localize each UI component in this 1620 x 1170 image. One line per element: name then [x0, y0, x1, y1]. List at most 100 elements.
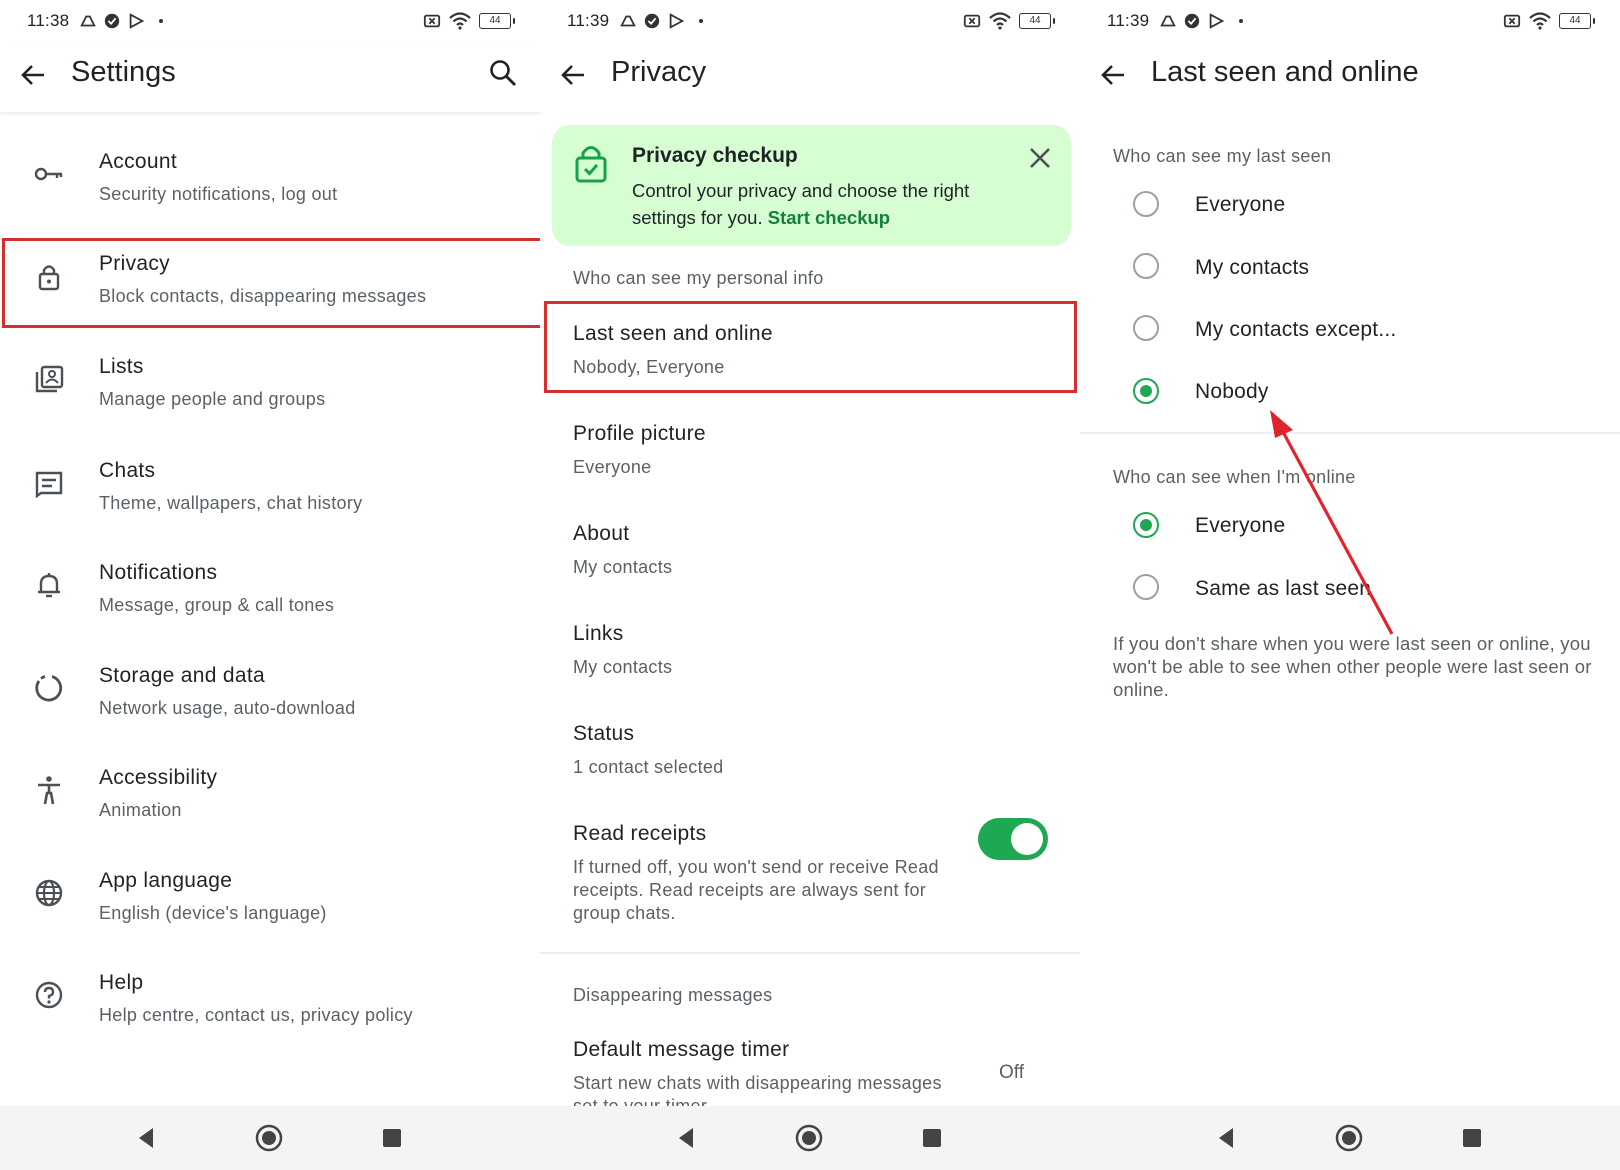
notification-dot: [699, 19, 703, 23]
search-icon[interactable]: [488, 58, 518, 88]
battery-indicator: 44: [1019, 13, 1055, 29]
privacy-highlight-box: [2, 238, 540, 328]
page-title: Privacy: [611, 56, 707, 88]
check-circle-icon: [1184, 13, 1200, 29]
radio-last-seen-nobody[interactable]: [1133, 378, 1159, 404]
privacy-item-label: About: [573, 522, 630, 545]
back-arrow-icon[interactable]: [558, 60, 588, 90]
radio-last-seen-everyone[interactable]: [1133, 191, 1159, 217]
option-label: My contacts except...: [1195, 318, 1397, 341]
option-label: My contacts: [1195, 256, 1310, 279]
privacy-item-about[interactable]: About My contacts: [573, 522, 1050, 579]
chat-icon: [35, 471, 63, 499]
play-store-icon: [129, 13, 145, 29]
storage-circle-icon: [35, 675, 63, 702]
section-online: Who can see when I'm online: [1113, 467, 1356, 487]
radio-last-seen-my-contacts-except[interactable]: [1133, 315, 1159, 341]
option-label: Everyone: [1195, 514, 1286, 537]
wifi-icon: [989, 12, 1011, 30]
key-icon: [34, 167, 63, 181]
settings-item-subtitle: Help centre, contact us, privacy policy: [99, 1005, 413, 1025]
settings-item-subtitle: Network usage, auto-download: [99, 698, 356, 718]
last-seen-app-bar: Last seen and online: [1080, 46, 1620, 112]
privacy-item-links[interactable]: Links My contacts: [573, 622, 1050, 679]
wifi-icon: [449, 12, 471, 30]
nav-back-icon[interactable]: [673, 1124, 701, 1152]
settings-item-label: Storage and data: [99, 664, 265, 687]
privacy-note: If you don't share when you were last se…: [1113, 633, 1592, 700]
settings-item-label: Notifications: [99, 561, 218, 584]
back-arrow-icon[interactable]: [1098, 60, 1128, 90]
nav-home-icon[interactable]: [1335, 1124, 1363, 1152]
back-arrow-icon[interactable]: [18, 60, 48, 90]
settings-item-accessibility[interactable]: Accessibility Animation: [0, 744, 540, 844]
last-seen-screen: 11:39 44 Last seen and online Who can se…: [1080, 0, 1620, 1170]
radio-online-everyone[interactable]: [1133, 512, 1159, 538]
option-label: Everyone: [1195, 193, 1286, 216]
option-label: Same as last seen: [1195, 577, 1372, 600]
status-bar: 11:38 44: [27, 8, 515, 38]
status-time: 11:39: [567, 11, 610, 30]
settings-item-account[interactable]: Account Security notifications, log out: [0, 128, 540, 228]
status-bar: 11:39 44: [567, 8, 1055, 38]
drive-icon: [1160, 15, 1176, 27]
privacy-item-label: Links: [573, 622, 624, 645]
nav-home-icon[interactable]: [795, 1124, 823, 1152]
default-timer-value: Off: [999, 1062, 1024, 1083]
section-divider: [540, 952, 1080, 954]
settings-item-lists[interactable]: Lists Manage people and groups: [0, 333, 540, 433]
checkup-description: Control your privacy and choose the righ…: [632, 177, 1022, 231]
privacy-item-value: My contacts: [573, 657, 673, 677]
privacy-item-value: Everyone: [573, 457, 652, 477]
play-store-icon: [1209, 13, 1225, 29]
nav-home-icon[interactable]: [255, 1124, 283, 1152]
no-sim-icon: [423, 14, 441, 28]
privacy-item-read-receipts[interactable]: Read receipts If turned off, you won't s…: [573, 822, 950, 925]
nav-recents-icon[interactable]: [918, 1124, 946, 1152]
help-icon: [35, 981, 63, 1009]
settings-item-subtitle: Message, group & call tones: [99, 595, 335, 615]
section-last-seen: Who can see my last seen: [1113, 146, 1332, 166]
privacy-checkup-card[interactable]: Privacy checkup Control your privacy and…: [552, 125, 1071, 246]
privacy-item-status[interactable]: Status 1 contact selected: [573, 722, 1050, 779]
nav-recents-icon[interactable]: [378, 1124, 406, 1152]
privacy-app-bar: Privacy: [540, 46, 1080, 112]
nav-recents-icon[interactable]: [1458, 1124, 1486, 1152]
settings-item-app-language[interactable]: App language English (device's language): [0, 847, 540, 947]
system-nav-bar: [540, 1106, 1080, 1170]
settings-item-label: Accessibility: [99, 766, 218, 789]
start-checkup-link[interactable]: Start checkup: [768, 207, 890, 228]
settings-app-bar: Settings: [0, 46, 540, 112]
page-title: Last seen and online: [1151, 56, 1419, 88]
settings-screen: 11:38 44 Settings Account Security notif…: [0, 0, 540, 1170]
drive-icon: [80, 15, 96, 27]
read-receipts-label: Read receipts: [573, 822, 707, 845]
privacy-item-profile-picture[interactable]: Profile picture Everyone: [573, 422, 1050, 479]
close-icon[interactable]: [1027, 145, 1053, 171]
radio-last-seen-my-contacts[interactable]: [1133, 253, 1159, 279]
checkup-title: Privacy checkup: [632, 144, 798, 167]
section-disappearing-messages: Disappearing messages: [573, 985, 773, 1005]
section-divider: [1080, 432, 1620, 434]
accessibility-icon: [38, 776, 60, 805]
settings-item-help[interactable]: Help Help centre, contact us, privacy po…: [0, 949, 540, 1049]
nav-back-icon[interactable]: [1213, 1124, 1241, 1152]
privacy-item-label: Profile picture: [573, 422, 706, 445]
privacy-item-value: My contacts: [573, 557, 673, 577]
last-seen-highlight-box: [544, 301, 1077, 393]
wifi-icon: [1529, 12, 1551, 30]
settings-item-storage[interactable]: Storage and data Network usage, auto-dow…: [0, 642, 540, 742]
read-receipts-toggle[interactable]: [978, 818, 1048, 860]
privacy-screen: 11:39 44 Privacy Privacy checkup Control…: [540, 0, 1080, 1170]
settings-item-notifications[interactable]: Notifications Message, group & call tone…: [0, 539, 540, 639]
page-title: Settings: [71, 56, 176, 88]
status-time: 11:39: [1107, 11, 1150, 30]
drive-icon: [620, 15, 636, 27]
option-label: Nobody: [1195, 380, 1269, 403]
radio-online-same-as-last-seen[interactable]: [1133, 574, 1159, 600]
settings-item-subtitle: Animation: [99, 800, 182, 820]
notification-dot: [159, 19, 163, 23]
globe-icon: [35, 879, 63, 907]
nav-back-icon[interactable]: [133, 1124, 161, 1152]
settings-item-chats[interactable]: Chats Theme, wallpapers, chat history: [0, 437, 540, 537]
